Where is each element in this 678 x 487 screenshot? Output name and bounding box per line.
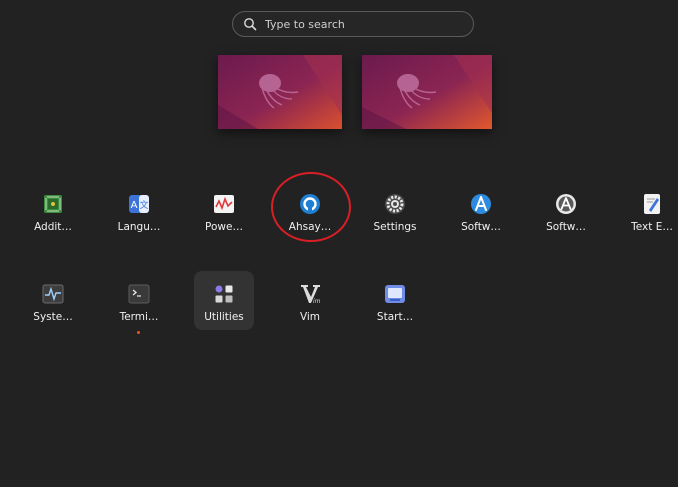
gear-icon <box>385 194 405 214</box>
workspace-thumbnail-1[interactable] <box>218 55 342 129</box>
search-input[interactable] <box>265 17 455 31</box>
app-label: Softw… <box>461 221 501 233</box>
chip-icon <box>44 195 62 213</box>
app-label: Powe… <box>205 221 243 233</box>
app-vim[interactable]: im Vim <box>270 283 350 343</box>
app-label: Settings <box>373 221 417 233</box>
svg-text:im: im <box>313 298 321 305</box>
search-icon <box>244 18 257 31</box>
system-monitor-icon <box>42 284 64 304</box>
app-label: Syste… <box>33 311 73 323</box>
app-ahsay[interactable]: Ahsay… <box>270 193 350 253</box>
app-software-updater[interactable]: Softw… <box>526 193 606 253</box>
svg-text:A: A <box>131 200 138 211</box>
app-label: Ahsay… <box>288 221 332 233</box>
app-additional-drivers[interactable]: Addit… <box>13 193 93 253</box>
app-label: Termi… <box>119 311 159 323</box>
app-label: Vim <box>299 311 321 323</box>
app-label: Addit… <box>34 221 72 233</box>
app-language-support[interactable]: A 文 Langu… <box>99 193 179 253</box>
app-label: Start… <box>376 311 414 323</box>
software-icon <box>471 194 491 214</box>
app-label: Langu… <box>117 221 161 233</box>
power-statistics-icon <box>214 195 234 213</box>
workspace-thumbnail-2[interactable] <box>362 55 492 129</box>
svg-text:文: 文 <box>139 199 148 211</box>
app-startup-disk-creator[interactable]: Start… <box>355 283 435 343</box>
ahsay-icon <box>300 194 320 214</box>
app-label: Softw… <box>546 221 586 233</box>
app-text-editor[interactable]: Text E… <box>612 193 678 253</box>
running-indicator <box>137 331 140 334</box>
search-bar[interactable] <box>232 11 474 37</box>
software-updater-icon <box>556 194 576 214</box>
app-label: Text E… <box>631 221 673 233</box>
text-editor-icon <box>644 194 660 214</box>
app-folder-utilities[interactable]: Utilities <box>184 283 264 343</box>
app-power-statistics[interactable]: Powe… <box>184 193 264 253</box>
terminal-icon <box>128 284 150 304</box>
app-settings[interactable]: Settings <box>355 193 435 253</box>
app-terminal[interactable]: Termi… <box>99 283 179 343</box>
app-software[interactable]: Softw… <box>441 193 521 253</box>
vim-icon: im <box>301 285 321 305</box>
app-system-monitor[interactable]: Syste… <box>13 283 93 343</box>
folder-icon <box>215 285 233 303</box>
language-icon: A 文 <box>129 195 149 213</box>
app-label: Utilities <box>204 311 244 323</box>
startup-disk-icon <box>385 285 405 303</box>
